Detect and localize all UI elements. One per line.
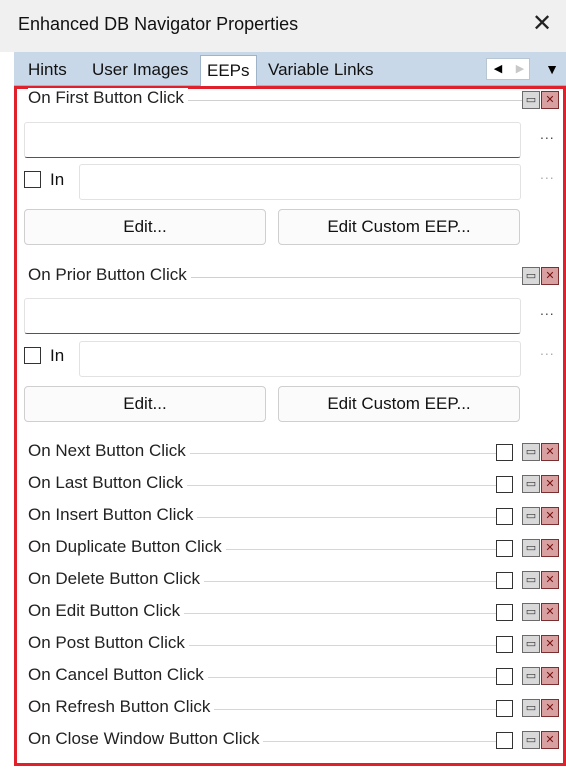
tab-eeps[interactable]: EEPs (200, 55, 257, 86)
group-label: On Prior Button Click (28, 265, 191, 285)
delete-x-icon[interactable]: ✕ (541, 699, 559, 717)
tab-hints[interactable]: Hints (22, 55, 73, 86)
delete-x-icon[interactable]: ✕ (541, 539, 559, 557)
event-enable-checkbox[interactable] (496, 508, 513, 525)
list-item[interactable]: On Refresh Button Click (28, 695, 566, 723)
delete-x-icon[interactable]: ✕ (541, 571, 559, 589)
tab-scroll-buttons: ◀ ▶ (486, 58, 530, 80)
expand-icon[interactable]: ▭ (522, 507, 540, 525)
tab-bar: Hints User Images EEPs Variable Links ◀ … (14, 52, 566, 86)
collapse-icon[interactable]: ▭ (522, 91, 540, 109)
edit-custom-eep-button[interactable]: Edit Custom EEP... (278, 209, 520, 245)
scroll-right-icon[interactable]: ▶ (509, 59, 531, 79)
delete-x-icon[interactable]: ✕ (541, 731, 559, 749)
eep-value-field[interactable] (24, 122, 521, 158)
event-enable-checkbox[interactable] (496, 444, 513, 461)
group-header: On First Button Click (28, 88, 533, 112)
event-label: On Next Button Click (28, 441, 190, 461)
event-label: On Delete Button Click (28, 569, 204, 589)
list-item[interactable]: On Delete Button Click (28, 567, 566, 595)
expand-icon[interactable]: ▭ (522, 443, 540, 461)
event-label: On Edit Button Click (28, 601, 185, 621)
in-value-field[interactable] (79, 164, 521, 200)
delete-x-icon[interactable]: ✕ (541, 635, 559, 653)
delete-x-icon[interactable]: ✕ (541, 475, 559, 493)
browse-ellipsis-button[interactable]: ... (540, 126, 555, 142)
browse-ellipsis-button[interactable]: ... (540, 302, 555, 318)
edit-button[interactable]: Edit... (24, 209, 266, 245)
tab-menu-chevron-icon[interactable]: ▼ (540, 58, 564, 80)
list-item[interactable]: On Next Button Click (28, 439, 566, 467)
in-label: In (50, 170, 65, 189)
delete-x-icon[interactable]: ✕ (541, 91, 559, 109)
event-enable-checkbox[interactable] (496, 604, 513, 621)
scroll-left-icon[interactable]: ◀ (487, 59, 509, 79)
in-browse-ellipsis-button[interactable]: ... (540, 166, 555, 182)
event-enable-checkbox[interactable] (496, 636, 513, 653)
delete-x-icon[interactable]: ✕ (541, 507, 559, 525)
list-item[interactable]: On Duplicate Button Click (28, 535, 566, 563)
event-enable-checkbox[interactable] (496, 572, 513, 589)
event-enable-checkbox[interactable] (496, 732, 513, 749)
expand-icon[interactable]: ▭ (522, 475, 540, 493)
event-label: On Refresh Button Click (28, 697, 215, 717)
close-icon[interactable]: ✕ (528, 10, 556, 38)
edit-custom-eep-button[interactable]: Edit Custom EEP... (278, 386, 520, 422)
list-item[interactable]: On Insert Button Click (28, 503, 566, 531)
window-title: Enhanced DB Navigator Properties (18, 14, 299, 34)
expand-icon[interactable]: ▭ (522, 731, 540, 749)
expand-icon[interactable]: ▭ (522, 571, 540, 589)
event-enable-checkbox[interactable] (496, 476, 513, 493)
tab-user-images[interactable]: User Images (86, 55, 194, 86)
delete-x-icon[interactable]: ✕ (541, 267, 559, 285)
event-enable-checkbox[interactable] (496, 700, 513, 717)
event-label: On Insert Button Click (28, 505, 198, 525)
event-label: On Cancel Button Click (28, 665, 208, 685)
list-item[interactable]: On Last Button Click (28, 471, 566, 499)
delete-x-icon[interactable]: ✕ (541, 667, 559, 685)
in-browse-ellipsis-button[interactable]: ... (540, 342, 555, 358)
in-label: In (50, 346, 65, 365)
in-checkbox[interactable] (24, 171, 41, 188)
list-item[interactable]: On Edit Button Click (28, 599, 566, 627)
title-bar: Enhanced DB Navigator Properties ✕ (0, 0, 566, 52)
in-checkbox[interactable] (24, 347, 41, 364)
list-item[interactable]: On Close Window Button Click (28, 727, 566, 755)
group-label: On First Button Click (28, 88, 188, 108)
tab-variable-links[interactable]: Variable Links (262, 55, 380, 86)
group-header: On Prior Button Click (28, 265, 533, 289)
expand-icon[interactable]: ▭ (522, 699, 540, 717)
event-enable-checkbox[interactable] (496, 668, 513, 685)
expand-icon[interactable]: ▭ (522, 667, 540, 685)
list-item[interactable]: On Cancel Button Click (28, 663, 566, 691)
list-item[interactable]: On Post Button Click (28, 631, 566, 659)
event-label: On Post Button Click (28, 633, 189, 653)
expand-icon[interactable]: ▭ (522, 603, 540, 621)
delete-x-icon[interactable]: ✕ (541, 443, 559, 461)
edit-button[interactable]: Edit... (24, 386, 266, 422)
in-value-field[interactable] (79, 341, 521, 377)
event-label: On Last Button Click (28, 473, 187, 493)
eep-value-field[interactable] (24, 298, 521, 334)
event-label: On Duplicate Button Click (28, 537, 226, 557)
expand-icon[interactable]: ▭ (522, 635, 540, 653)
delete-x-icon[interactable]: ✕ (541, 603, 559, 621)
expand-icon[interactable]: ▭ (522, 539, 540, 557)
event-enable-checkbox[interactable] (496, 540, 513, 557)
collapse-icon[interactable]: ▭ (522, 267, 540, 285)
event-label: On Close Window Button Click (28, 729, 264, 749)
